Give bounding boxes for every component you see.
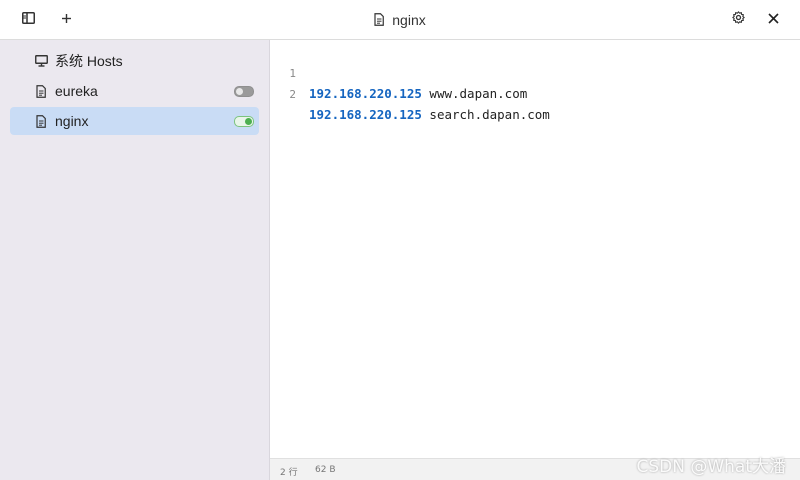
app-window: nginx 系统 Hosts eureka nginx 1 192.168.22… bbox=[0, 0, 800, 480]
hostname: www.dapan.com bbox=[429, 86, 528, 101]
toggle-knob bbox=[245, 118, 252, 125]
line-content: 192.168.220.125 www.dapan.com bbox=[309, 84, 527, 104]
sidebar-toggle-button[interactable] bbox=[16, 8, 40, 32]
sidebar-panel-icon bbox=[21, 11, 35, 29]
line-content: 192.168.220.125 search.dapan.com bbox=[309, 105, 550, 125]
sidebar-item-eureka[interactable]: eureka bbox=[10, 77, 259, 105]
toggle-knob bbox=[236, 88, 243, 95]
settings-button[interactable] bbox=[726, 8, 750, 32]
sidebar-item-system-hosts[interactable]: 系统 Hosts bbox=[10, 47, 259, 75]
eureka-enable-toggle[interactable] bbox=[234, 86, 254, 97]
plus-icon bbox=[61, 11, 72, 29]
editor-line: 2 192.168.220.125 search.dapan.com bbox=[270, 65, 800, 122]
window-title-text: nginx bbox=[392, 11, 426, 28]
line-number: 2 bbox=[289, 88, 296, 101]
file-icon bbox=[374, 13, 385, 26]
sidebar-item-label: 系统 Hosts bbox=[55, 53, 123, 69]
line-count: 2 行 bbox=[280, 468, 298, 478]
file-size: 62 B bbox=[315, 465, 336, 475]
close-icon bbox=[767, 11, 779, 29]
ip-address: 192.168.220.125 bbox=[309, 86, 422, 101]
monitor-icon bbox=[34, 54, 48, 68]
editor-line: 1 192.168.220.125 www.dapan.com bbox=[270, 44, 800, 101]
file-icon bbox=[34, 114, 48, 128]
sidebar: 系统 Hosts eureka nginx bbox=[0, 40, 270, 480]
file-icon bbox=[34, 84, 48, 98]
window-title: nginx bbox=[0, 0, 800, 39]
sidebar-item-label: nginx bbox=[55, 113, 89, 129]
hosts-editor[interactable]: 1 192.168.220.125 www.dapan.com 2 192.16… bbox=[270, 40, 800, 458]
close-button[interactable] bbox=[761, 8, 785, 32]
gear-icon bbox=[731, 11, 745, 29]
hostname: search.dapan.com bbox=[429, 107, 550, 122]
status-bar: 2 行 62 B bbox=[270, 458, 800, 480]
sidebar-item-label: eureka bbox=[55, 83, 98, 99]
add-hosts-button[interactable] bbox=[54, 8, 78, 32]
nginx-enable-toggle[interactable] bbox=[234, 116, 254, 127]
ip-address: 192.168.220.125 bbox=[309, 107, 422, 122]
title-bar: nginx bbox=[0, 0, 800, 40]
sidebar-item-nginx[interactable]: nginx bbox=[10, 107, 259, 135]
